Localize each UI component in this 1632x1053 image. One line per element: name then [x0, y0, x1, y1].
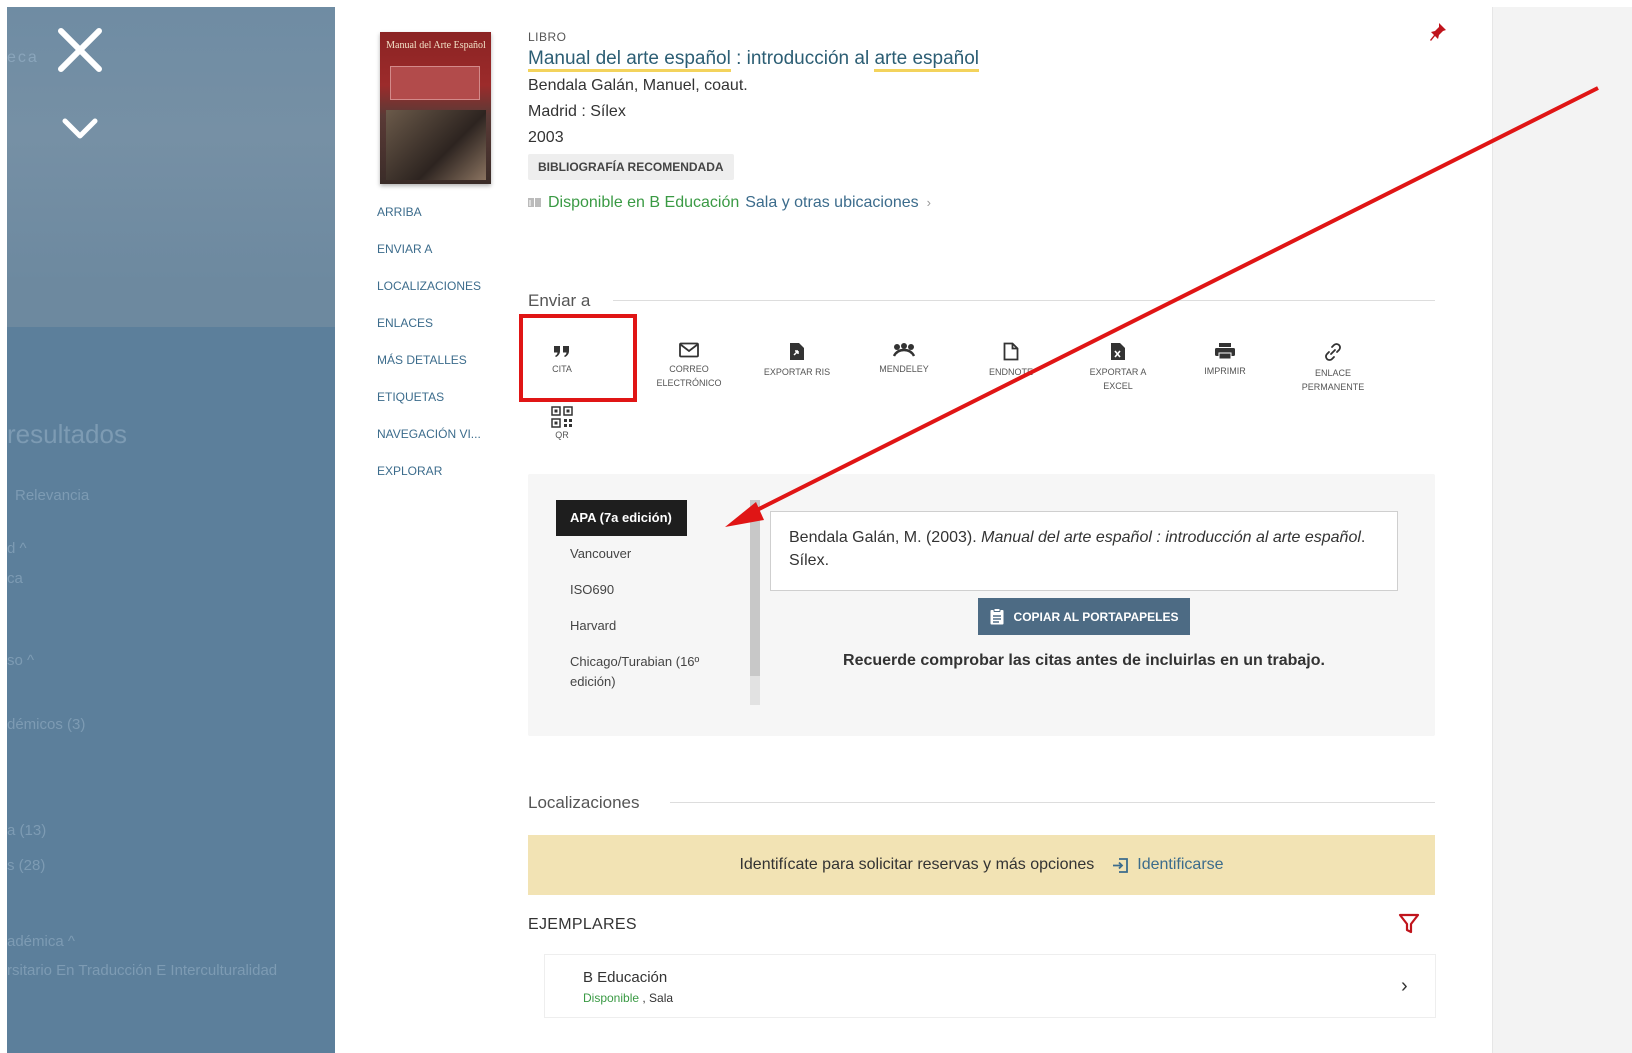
filter-icon[interactable]	[1398, 913, 1420, 935]
faded-facet: a (13)	[7, 822, 47, 839]
record-details: LIBRO Manual del arte español : introduc…	[528, 30, 980, 212]
chevron-down-icon[interactable]	[59, 107, 101, 149]
qr-icon	[551, 406, 573, 428]
pin-icon[interactable]	[1429, 22, 1447, 42]
record-title[interactable]: Manual del arte español : introducción a…	[528, 48, 980, 72]
recommended-badge: BIBLIOGRAFÍA RECOMENDADA	[528, 154, 734, 180]
citation-style-iso690[interactable]: ISO690	[556, 572, 754, 608]
print-icon	[1215, 343, 1235, 360]
faded-facet: s (28)	[7, 857, 46, 874]
cover-title: Manual del Arte Español	[386, 40, 486, 51]
citation-text[interactable]: Bendala Galán, M. (2003). Manual del art…	[770, 511, 1398, 591]
faded-results-heading: resultados	[7, 419, 127, 449]
background-overlay: eca resultados Relevancia d ^ ca so ^ dé…	[7, 7, 335, 1053]
send-to-actions: CITA CORREO ELECTRÓNICO EXPORTAR RIS MEN…	[518, 332, 1418, 462]
file-export-icon	[790, 343, 804, 360]
login-prompt: Identifícate para solicitar reservas y m…	[739, 856, 1095, 873]
locations-heading: Localizaciones	[528, 793, 640, 812]
record-publisher: Madrid : Sílex	[528, 103, 626, 120]
send-to-heading: Enviar a	[528, 291, 591, 310]
right-margin	[1492, 7, 1632, 1053]
citation-panel: APA (7a edición) Vancouver ISO690 Harvar…	[528, 474, 1435, 736]
endnote-button[interactable]: ENDNOTE	[956, 342, 1066, 379]
print-button[interactable]: IMPRIMIR	[1170, 342, 1280, 378]
mendeley-icon	[892, 343, 916, 357]
qr-button[interactable]: QR	[527, 406, 597, 442]
nav-link-etiquetas[interactable]: ETIQUETAS	[377, 390, 481, 427]
close-icon[interactable]	[55, 25, 105, 75]
export-ris-button[interactable]: EXPORTAR RIS	[742, 342, 852, 379]
divider	[670, 802, 1435, 803]
chevron-right-icon: ›	[926, 195, 932, 210]
faded-brand-text: eca	[7, 49, 39, 66]
nav-link-arriba[interactable]: ARRIBA	[377, 205, 481, 242]
nav-link-navegacion-virtual[interactable]: NAVEGACIÓN VI...	[377, 427, 481, 464]
permalink-button[interactable]: ENLACE PERMANENTE	[1278, 342, 1388, 394]
record-section-nav: ARRIBA ENVIAR A LOCALIZACIONES ENLACES M…	[377, 205, 481, 501]
chevron-right-icon: ›	[1401, 975, 1408, 997]
mendeley-button[interactable]: MENDELEY	[849, 342, 959, 376]
sign-in-icon	[1113, 857, 1129, 873]
faded-facet: démicos (3)	[7, 716, 86, 733]
cite-button[interactable]: CITA	[527, 342, 597, 376]
citation-style-chicago[interactable]: Chicago/Turabian (16º edición)	[556, 644, 754, 700]
faded-facet: d ^	[7, 540, 27, 557]
availability-status: Disponible en B Educación	[548, 194, 740, 211]
holding-library: B Educación	[583, 969, 668, 986]
export-excel-button[interactable]: EXPORTAR A EXCEL	[1063, 342, 1173, 393]
nav-link-mas-detalles[interactable]: MÁS DETALLES	[377, 353, 481, 390]
record-year: 2003	[528, 129, 564, 146]
book-icon	[528, 198, 541, 207]
login-link[interactable]: Identificarse	[1112, 856, 1224, 874]
divider	[613, 300, 1435, 301]
availability-location: Sala y otras ubicaciones	[745, 194, 919, 211]
faded-facet: ca	[7, 570, 23, 587]
record-author: Bendala Galán, Manuel, coaut.	[528, 77, 748, 94]
email-button[interactable]: CORREO ELECTRÓNICO	[634, 342, 744, 390]
citation-note: Recuerde comprobar las citas antes de in…	[843, 652, 1325, 669]
availability-link[interactable]: Disponible en B Educación Sala y otras ub…	[528, 194, 979, 212]
quote-icon	[554, 346, 569, 357]
citation-style-apa[interactable]: APA (7a edición)	[556, 500, 687, 536]
copy-to-clipboard-button[interactable]: COPIAR AL PORTAPAPELES	[978, 598, 1190, 635]
excel-icon	[1111, 343, 1125, 360]
link-icon	[1325, 343, 1341, 361]
nav-link-enlaces[interactable]: ENLACES	[377, 316, 481, 353]
holding-row[interactable]: B Educación Disponible , Sala ›	[545, 955, 1435, 1017]
citation-style-harvard[interactable]: Harvard	[556, 608, 754, 644]
faded-facet: adémica ^	[7, 933, 75, 950]
resource-type: LIBRO	[528, 30, 567, 44]
mail-icon	[679, 342, 699, 358]
book-cover[interactable]: Manual del Arte Español	[380, 32, 491, 184]
citation-style-vancouver[interactable]: Vancouver	[556, 536, 754, 572]
style-list-scrollbar[interactable]	[750, 500, 760, 705]
nav-link-enviar-a[interactable]: ENVIAR A	[377, 242, 481, 279]
faded-sort-label: Relevancia	[15, 487, 90, 504]
nav-link-localizaciones[interactable]: LOCALIZACIONES	[377, 279, 481, 316]
login-banner: Identifícate para solicitar reservas y m…	[528, 835, 1435, 895]
scrollbar-thumb[interactable]	[750, 500, 760, 676]
copy-button-label: COPIAR AL PORTAPAPELES	[1013, 609, 1179, 624]
items-heading: EJEMPLARES	[528, 916, 637, 933]
document-icon	[1003, 342, 1019, 361]
clipboard-icon	[990, 608, 1004, 625]
citation-style-list: APA (7a edición) Vancouver ISO690 Harvar…	[556, 500, 754, 700]
faded-facet: so ^	[7, 652, 35, 669]
record-panel: Manual del Arte Español ARRIBA ENVIAR A …	[335, 7, 1492, 1053]
holding-status: Disponible , Sala	[583, 991, 674, 1005]
faded-facet: rsitario En Traducción E Interculturalid…	[7, 962, 278, 979]
nav-link-explorar[interactable]: EXPLORAR	[377, 464, 481, 501]
